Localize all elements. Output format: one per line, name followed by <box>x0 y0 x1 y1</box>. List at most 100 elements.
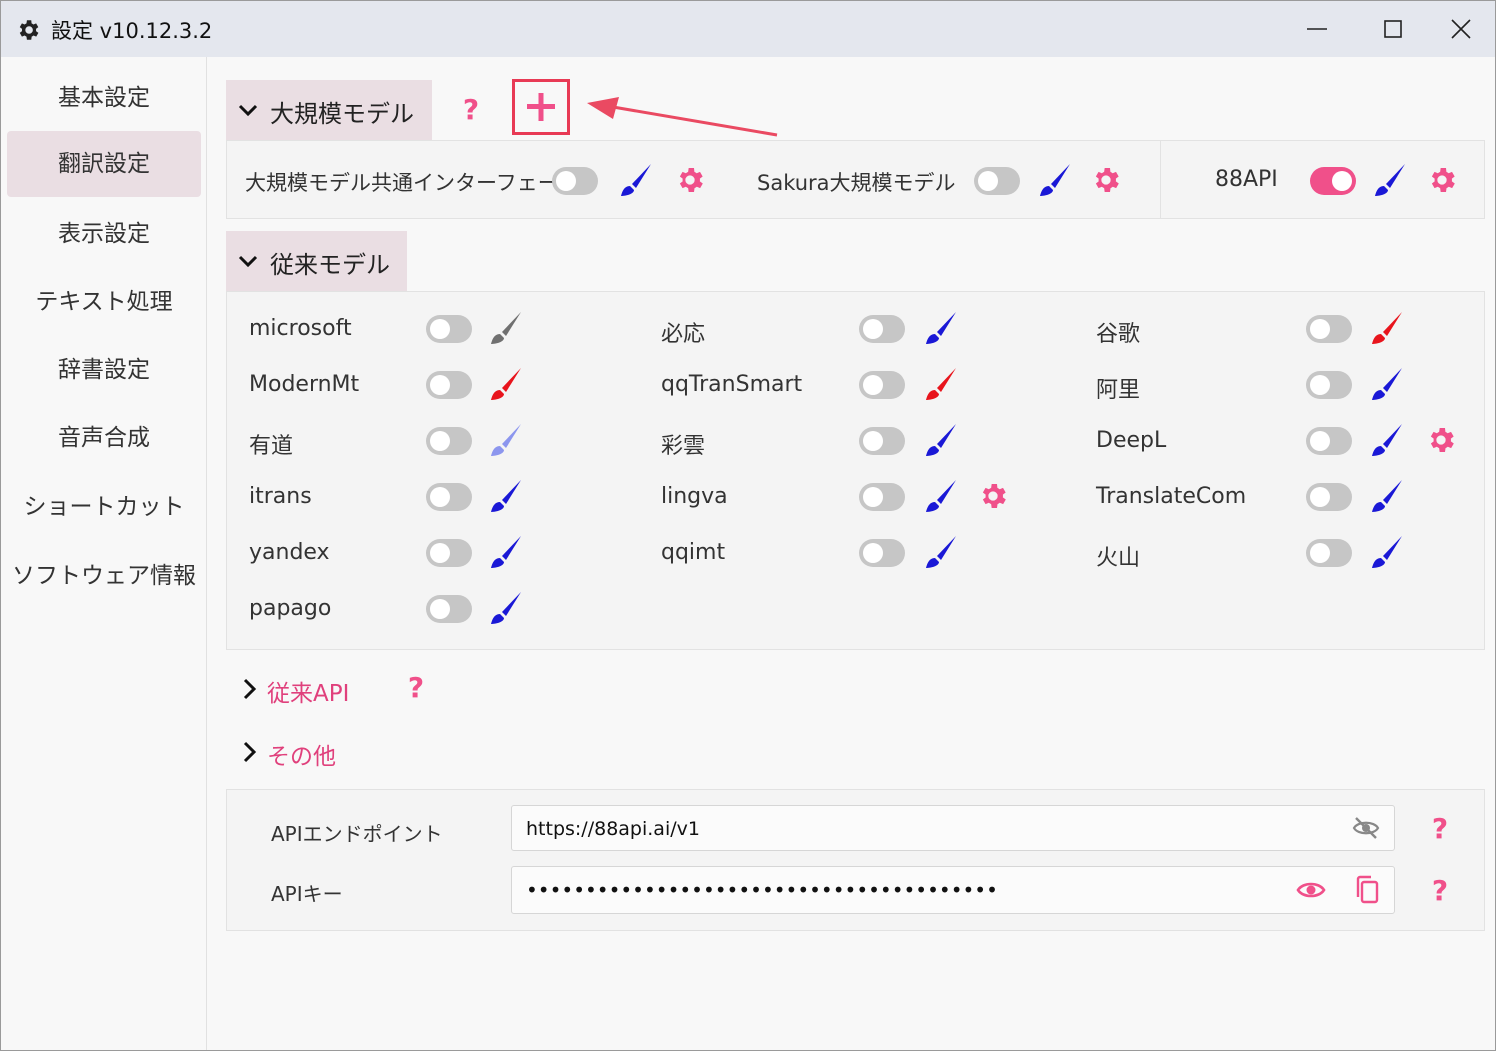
traditional-section-header[interactable]: 従来モデル <box>226 231 407 291</box>
sidebar-item-speech[interactable]: 音声合成 <box>7 405 201 471</box>
engine-label: 火山 <box>1096 546 1141 571</box>
engine-toggle[interactable] <box>426 371 472 399</box>
engine-label: DeepL <box>1096 428 1167 453</box>
brush-icon[interactable] <box>923 366 959 402</box>
sidebar-item-translation[interactable]: 翻訳設定 <box>7 131 201 197</box>
sidebar-item-about[interactable]: ソフトウェア情報 <box>7 543 201 609</box>
eye-off-icon[interactable] <box>1352 815 1380 841</box>
minimize-button[interactable] <box>1295 9 1339 49</box>
engine-toggle[interactable] <box>859 371 905 399</box>
api-settings-panel: APIエンドポイント https://88api.ai/v1 ? APIキー •… <box>226 789 1485 931</box>
brush-icon[interactable] <box>488 422 524 458</box>
engine-toggle[interactable] <box>859 315 905 343</box>
brush-icon[interactable] <box>1369 366 1405 402</box>
copy-icon[interactable] <box>1354 875 1380 905</box>
engine-toggle[interactable] <box>426 315 472 343</box>
brush-icon[interactable] <box>923 534 959 570</box>
chevron-right-icon <box>243 741 257 763</box>
api-key-field[interactable]: •••••••••••••••••••••••••••••••••••••••• <box>511 866 1395 914</box>
brush-icon[interactable] <box>618 162 654 198</box>
sidebar-item-text-processing[interactable]: テキスト処理 <box>7 269 201 335</box>
api-endpoint-value: https://88api.ai/v1 <box>526 818 700 840</box>
help-icon[interactable]: ? <box>1427 812 1453 842</box>
traditional-section-title: 従来モデル <box>270 251 390 279</box>
brush-icon[interactable] <box>488 534 524 570</box>
gear-icon[interactable] <box>1426 164 1458 196</box>
brush-icon[interactable] <box>1369 534 1405 570</box>
brush-icon[interactable] <box>923 422 959 458</box>
brush-icon[interactable] <box>1372 162 1408 198</box>
llm-88api-toggle[interactable] <box>1310 167 1356 195</box>
brush-icon[interactable] <box>923 310 959 346</box>
engine-toggle[interactable] <box>859 539 905 567</box>
brush-icon[interactable] <box>488 366 524 402</box>
title-bar: 設定 v10.12.3.2 <box>1 1 1495 57</box>
brush-icon[interactable] <box>488 310 524 346</box>
help-icon[interactable]: ? <box>1427 874 1453 904</box>
llm-sakura-toggle[interactable] <box>974 167 1020 195</box>
brush-icon[interactable] <box>923 478 959 514</box>
engine-label: qqTranSmart <box>661 372 803 397</box>
llm-panel: 大規模モデル共通インターフェース Sakura大規模モデル 88API <box>226 140 1485 219</box>
llm-item-label: Sakura大規模モデル <box>757 171 956 195</box>
brush-icon[interactable] <box>1369 478 1405 514</box>
plus-icon <box>527 93 555 121</box>
others-label: その他 <box>267 744 336 770</box>
settings-window: 設定 v10.12.3.2 基本設定 翻訳設定 表示設定 テキスト処理 辞書設定… <box>0 0 1496 1051</box>
add-llm-button[interactable] <box>512 79 570 135</box>
engine-label: yandex <box>249 540 330 565</box>
eye-icon[interactable] <box>1296 877 1326 903</box>
gear-icon[interactable] <box>674 164 706 196</box>
llm-section-header[interactable]: 大規模モデル <box>226 80 432 140</box>
engine-toggle[interactable] <box>1306 371 1352 399</box>
close-icon <box>1451 19 1471 39</box>
engine-toggle[interactable] <box>426 483 472 511</box>
sidebar-item-basic[interactable]: 基本設定 <box>7 65 201 131</box>
brush-icon[interactable] <box>488 478 524 514</box>
engine-toggle[interactable] <box>426 539 472 567</box>
sidebar-item-display[interactable]: 表示設定 <box>7 201 201 267</box>
engine-toggle[interactable] <box>1306 427 1352 455</box>
engine-label: 必応 <box>661 322 706 347</box>
engine-label: microsoft <box>249 316 352 341</box>
window-title: 設定 v10.12.3.2 <box>51 19 213 43</box>
engine-label: 有道 <box>249 434 294 459</box>
gear-icon[interactable] <box>1425 424 1457 456</box>
help-icon[interactable]: ? <box>403 671 429 701</box>
llm-section-title: 大規模モデル <box>270 100 414 128</box>
main-content: 大規模モデル ? 大規模モデル共通インターフェース Sakura大規模モデル 8… <box>207 57 1495 1050</box>
llm-item-label: 88API <box>1215 167 1278 192</box>
others-section[interactable]: その他 <box>241 737 441 771</box>
maximize-button[interactable] <box>1371 9 1415 49</box>
help-icon[interactable]: ? <box>458 93 484 123</box>
sidebar: 基本設定 翻訳設定 表示設定 テキスト処理 辞書設定 音声合成 ショートカット … <box>1 57 207 1050</box>
brush-icon[interactable] <box>1037 162 1073 198</box>
minimize-icon <box>1307 28 1327 30</box>
engine-label: TranslateCom <box>1096 484 1247 509</box>
engine-toggle[interactable] <box>1306 539 1352 567</box>
engine-label: 彩雲 <box>661 434 706 459</box>
engine-label: 谷歌 <box>1096 322 1141 347</box>
brush-icon[interactable] <box>1369 310 1405 346</box>
engine-toggle[interactable] <box>426 595 472 623</box>
engine-toggle[interactable] <box>1306 483 1352 511</box>
engine-label: itrans <box>249 484 312 509</box>
brush-icon[interactable] <box>1369 422 1405 458</box>
engine-toggle[interactable] <box>1306 315 1352 343</box>
api-key-label: APIキー <box>271 882 343 906</box>
gear-icon[interactable] <box>977 480 1009 512</box>
engine-toggle[interactable] <box>859 427 905 455</box>
brush-icon[interactable] <box>488 590 524 626</box>
svg-text:?: ? <box>1432 874 1448 904</box>
sidebar-item-dictionary[interactable]: 辞書設定 <box>7 337 201 403</box>
gear-icon[interactable] <box>1090 164 1122 196</box>
arrow-annotation <box>587 97 778 137</box>
engine-toggle[interactable] <box>859 483 905 511</box>
engine-toggle[interactable] <box>426 427 472 455</box>
close-button[interactable] <box>1439 9 1483 49</box>
llm-common-toggle[interactable] <box>552 167 598 195</box>
engine-label: lingva <box>661 484 728 509</box>
api-endpoint-field[interactable]: https://88api.ai/v1 <box>511 805 1395 851</box>
gear-icon <box>19 20 39 40</box>
sidebar-item-shortcuts[interactable]: ショートカット <box>7 474 201 540</box>
